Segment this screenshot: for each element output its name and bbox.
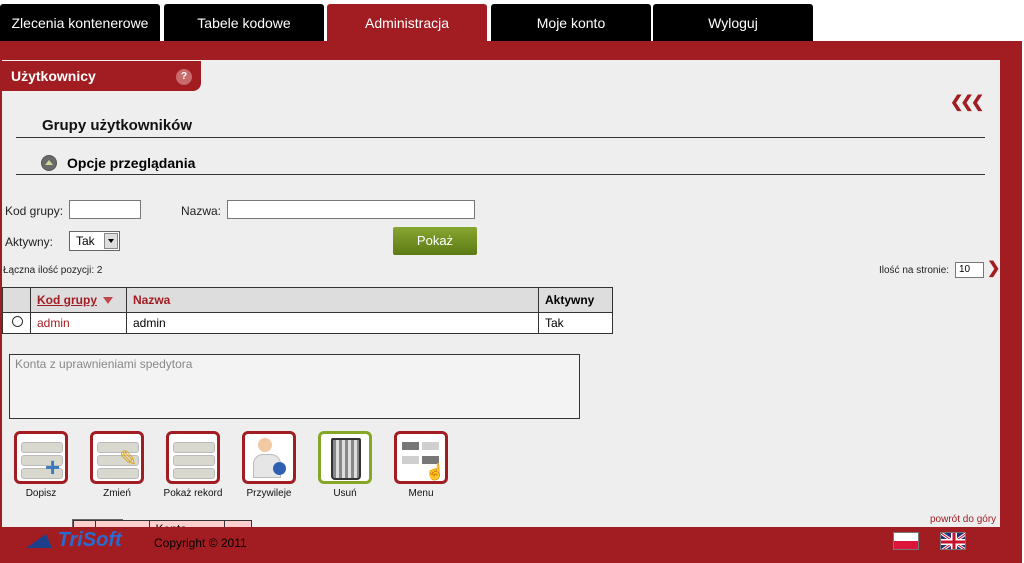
kod-grupy-input[interactable] (69, 200, 141, 219)
nazwa-input[interactable] (227, 200, 475, 219)
sort-arrow-icon[interactable] (103, 297, 113, 304)
delete-label: Usuń (333, 488, 357, 499)
add-label: Dopisz (25, 488, 57, 499)
privileges-button[interactable] (242, 431, 296, 484)
polish-flag-icon[interactable] (893, 532, 919, 550)
user-icon (258, 438, 272, 452)
table-row[interactable]: admin admin Tak (2, 312, 613, 334)
column-kod-grupy[interactable]: Kod grupy (30, 287, 127, 313)
tab-tabele-kodowe[interactable]: Tabele kodowe (164, 4, 324, 41)
show-record-button[interactable] (166, 431, 220, 484)
kod-grupy-label: Kod grupy: (5, 204, 64, 218)
description-box: Konta z uprawnieniami spedytora (9, 354, 580, 419)
per-page-input[interactable]: 10 (955, 262, 984, 278)
cell-aktywny: Tak (538, 312, 613, 334)
menu-button[interactable]: ☝ (394, 431, 448, 484)
trisoft-logo: TriSoft (26, 529, 122, 552)
total-count: Łączna ilość pozycji: 2 (3, 265, 103, 276)
edit-button[interactable]: ✎ (90, 431, 144, 484)
privileges-label: Przywileje (246, 488, 292, 499)
divider (16, 137, 985, 138)
add-button[interactable]: + (14, 431, 68, 484)
aktywny-label: Aktywny: (5, 235, 54, 249)
edit-label: Zmień (103, 488, 131, 499)
trash-icon (331, 438, 361, 480)
show-button[interactable]: Pokaż (393, 227, 477, 255)
menu-label: Menu (408, 488, 434, 499)
tab-wyloguj[interactable]: Wyloguj (653, 4, 813, 41)
tab-moje-konto[interactable]: Moje konto (491, 4, 651, 41)
panel-title: Użytkownicy (11, 68, 96, 84)
back-icon[interactable]: ❮❮❮ (950, 92, 984, 112)
groups-table: Kod grupy Nazwa Aktywny admin admin Tak … (2, 287, 613, 552)
tab-administracja[interactable]: Administracja (327, 4, 487, 41)
cell-nazwa: admin (126, 312, 539, 334)
plus-icon: + (45, 452, 61, 482)
edit-badge-icon (273, 462, 286, 475)
chevron-down-icon[interactable] (104, 233, 118, 249)
page-title: Grupy użytkowników (42, 117, 193, 134)
panel-header: Użytkownicy ? (2, 61, 201, 91)
aktywny-select[interactable]: Tak (69, 231, 120, 251)
row-radio[interactable] (12, 316, 23, 327)
cell-kod[interactable]: admin (30, 312, 127, 334)
logo-triangle-icon (26, 533, 52, 548)
help-icon[interactable]: ? (176, 69, 192, 85)
delete-button[interactable] (318, 431, 372, 484)
options-toggle[interactable]: Opcje przeglądania (41, 155, 196, 171)
copyright: Copyright © 2011 (154, 536, 247, 550)
main-tabs: Zlecenia kontenerowe Tabele kodowe Admin… (0, 0, 1024, 42)
next-page-icon[interactable]: ❯ (987, 258, 1000, 278)
column-aktywny[interactable]: Aktywny (538, 287, 613, 313)
options-title: Opcje przeglądania (67, 155, 196, 171)
column-nazwa[interactable]: Nazwa (126, 287, 539, 313)
back-to-top-link[interactable]: powrót do góry (930, 514, 996, 525)
hand-pointer-icon: ☝ (425, 464, 445, 481)
pencil-icon: ✎ (119, 446, 138, 471)
nazwa-label: Nazwa: (181, 204, 222, 218)
divider (16, 174, 985, 175)
table-header: Kod grupy Nazwa Aktywny (2, 287, 613, 313)
per-page-label: Ilość na stronie: (879, 265, 950, 276)
select-column-header (2, 287, 31, 313)
english-flag-icon[interactable] (940, 532, 966, 550)
aktywny-value: Tak (76, 234, 95, 248)
show-record-label: Pokaż rekord (163, 488, 223, 499)
logo-text: TriSoft (57, 529, 122, 551)
collapse-icon[interactable] (41, 155, 57, 171)
tab-zlecenia[interactable]: Zlecenia kontenerowe (0, 4, 160, 41)
